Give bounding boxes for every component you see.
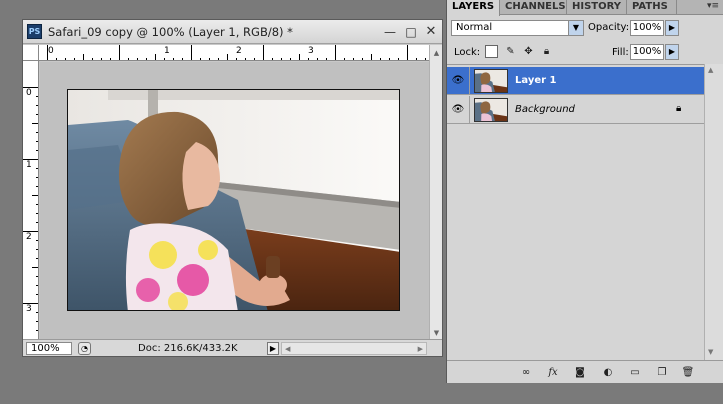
- tab-history[interactable]: HISTORY: [567, 0, 627, 15]
- minimize-button[interactable]: —: [383, 25, 397, 39]
- lock-all-icon[interactable]: 🔒︎: [540, 45, 553, 58]
- ruler-label: 0: [26, 88, 32, 98]
- layer-name[interactable]: Layer 1: [515, 75, 556, 86]
- vertical-scrollbar[interactable]: ▲ ▼: [429, 45, 442, 341]
- close-button[interactable]: ✕: [424, 25, 438, 39]
- opacity-label: Opacity:: [588, 22, 630, 33]
- status-bar: 100% ◔ Doc: 216.6K/433.2K ▶ ◀ ▶: [23, 339, 442, 356]
- divider: [469, 96, 470, 124]
- ruler-label: 1: [164, 46, 170, 56]
- child-photo: [68, 90, 399, 310]
- photoshop-icon: PS: [27, 24, 42, 39]
- vertical-ruler-ticks: [23, 87, 38, 340]
- thumbnail-image: [475, 99, 507, 121]
- ruler-label: 3: [308, 46, 314, 56]
- ruler-origin[interactable]: [23, 45, 39, 61]
- tab-channels[interactable]: CHANNELS: [500, 0, 567, 15]
- scroll-right-icon[interactable]: ▶: [418, 345, 423, 353]
- eye-icon[interactable]: 👁︎: [450, 73, 466, 88]
- document-size: Doc: 216.6K/433.2K: [138, 343, 238, 354]
- layers-list: 👁︎ Layer 1 👁︎ Background 🔒︎: [447, 64, 723, 360]
- status-info-icon[interactable]: ◔: [78, 342, 91, 355]
- mask-icon[interactable]: ◙: [571, 365, 589, 380]
- chevron-down-icon[interactable]: ▼: [568, 21, 583, 35]
- ruler-label: 2: [26, 232, 32, 242]
- document-title: Safari_09 copy @ 100% (Layer 1, RGB/8) *: [48, 25, 293, 39]
- layers-scrollbar[interactable]: ▲ ▼: [704, 64, 723, 360]
- fx-icon[interactable]: fx: [544, 365, 562, 380]
- ruler-label: 1: [26, 160, 32, 170]
- ruler-label: 2: [236, 46, 242, 56]
- canvas-area[interactable]: [40, 62, 429, 341]
- horizontal-scrollbar[interactable]: ◀ ▶: [281, 342, 427, 355]
- scroll-left-icon[interactable]: ◀: [285, 345, 290, 353]
- layer-row-layer-1[interactable]: 👁︎ Layer 1: [447, 67, 704, 95]
- document-window: PS Safari_09 copy @ 100% (Layer 1, RGB/8…: [22, 19, 443, 357]
- opacity-field[interactable]: 100%: [630, 20, 664, 36]
- fill-slider-button[interactable]: ▶: [665, 44, 679, 60]
- ruler-label: 3: [26, 304, 32, 314]
- horizontal-ruler-ticks: [47, 45, 426, 60]
- scroll-down-icon[interactable]: ▼: [708, 348, 713, 356]
- lock-icon: 🔒︎: [676, 103, 682, 114]
- ruler-label: 0: [48, 46, 54, 56]
- document-title-bar[interactable]: PS Safari_09 copy @ 100% (Layer 1, RGB/8…: [23, 20, 442, 44]
- layer-name[interactable]: Background: [515, 104, 575, 115]
- layer-thumbnail: [474, 98, 508, 122]
- layers-panel: LAYERS CHANNELS HISTORY PATHS ▾≡ Normal …: [446, 0, 723, 383]
- vertical-ruler[interactable]: 0 1 2 3: [23, 61, 39, 341]
- fill-label: Fill:: [612, 47, 629, 58]
- thumbnail-image: [475, 70, 507, 92]
- divider: [469, 67, 470, 95]
- lock-transparency-icon[interactable]: [485, 45, 498, 58]
- lock-pixels-icon[interactable]: ✎: [504, 45, 517, 58]
- opacity-slider-button[interactable]: ▶: [665, 20, 679, 36]
- new-layer-icon[interactable]: ❐: [653, 365, 671, 380]
- adjustment-icon[interactable]: ◐: [599, 365, 617, 380]
- status-menu-button[interactable]: ▶: [267, 342, 279, 355]
- trash-icon[interactable]: 🗑︎: [679, 365, 697, 380]
- folder-icon[interactable]: ▭: [626, 365, 644, 380]
- panel-tabs: LAYERS CHANNELS HISTORY PATHS ▾≡: [447, 0, 723, 16]
- lock-label: Lock:: [454, 47, 481, 58]
- document-image[interactable]: [67, 89, 400, 311]
- tab-layers[interactable]: LAYERS: [447, 0, 500, 16]
- scroll-down-icon[interactable]: ▼: [431, 327, 442, 339]
- fill-field[interactable]: 100%: [630, 44, 664, 60]
- eye-icon[interactable]: 👁︎: [450, 102, 466, 117]
- scroll-up-icon[interactable]: ▲: [431, 47, 442, 59]
- maximize-button[interactable]: □: [404, 25, 418, 39]
- panel-footer: ∞ fx ◙ ◐ ▭ ❐ 🗑︎: [447, 360, 723, 383]
- zoom-field[interactable]: 100%: [26, 342, 72, 355]
- panel-menu-icon[interactable]: ▾≡: [707, 1, 719, 11]
- layer-row-background[interactable]: 👁︎ Background 🔒︎: [447, 96, 704, 124]
- tab-paths[interactable]: PATHS: [627, 0, 677, 15]
- horizontal-ruler[interactable]: 0 1 2 3: [39, 45, 429, 61]
- blend-mode-select[interactable]: Normal ▼: [451, 20, 584, 36]
- link-icon[interactable]: ∞: [517, 365, 535, 380]
- scroll-up-icon[interactable]: ▲: [708, 66, 713, 74]
- layer-thumbnail: [474, 69, 508, 93]
- lock-position-icon[interactable]: ✥: [522, 45, 535, 58]
- blend-mode-value: Normal: [456, 22, 493, 33]
